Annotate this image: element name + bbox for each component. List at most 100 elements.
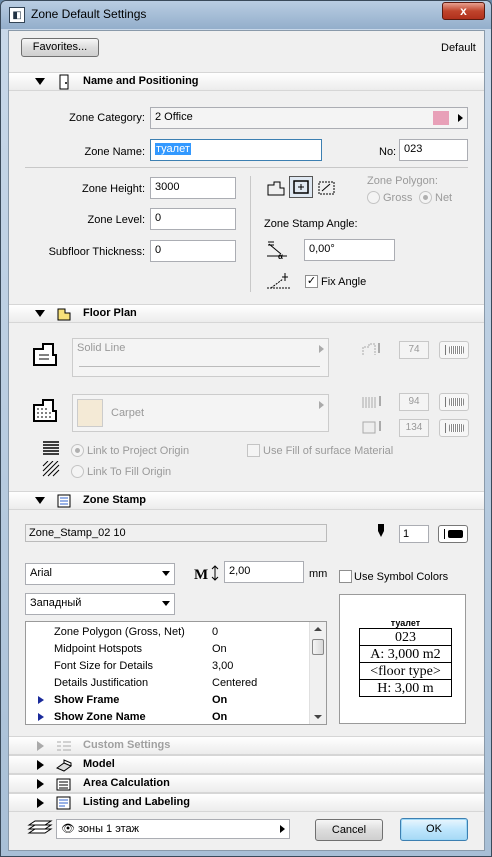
area-calculation-icon	[56, 778, 71, 791]
angle-icon: α	[267, 241, 287, 260]
fix-angle-label: Fix Angle	[321, 276, 367, 288]
chevron-right-icon	[280, 825, 285, 833]
zone-category-label: Zone Category:	[69, 112, 145, 124]
scroll-down-icon[interactable]	[314, 715, 322, 719]
list-scrollbar[interactable]	[309, 622, 326, 724]
rectangle-polygon-button[interactable]	[289, 176, 313, 198]
cancel-button[interactable]: Cancel	[315, 819, 383, 841]
section-floor-plan[interactable]: Floor Plan	[9, 304, 484, 323]
use-symbol-colors-checkbox[interactable]	[339, 570, 352, 583]
section-model[interactable]: Model	[9, 755, 484, 774]
stamp-library-part[interactable]: Zone_Stamp_02 10	[25, 524, 327, 542]
model-icon	[55, 759, 73, 772]
list-item[interactable]: Zone Polygon (Gross, Net) 0	[26, 624, 310, 641]
stamp-pen-color-button[interactable]	[438, 525, 468, 543]
hatch-origin-icon	[43, 441, 59, 455]
parameter-list[interactable]: Zone Polygon (Gross, Net) 0 Midpoint Hots…	[25, 621, 327, 725]
scroll-up-icon[interactable]	[314, 627, 322, 631]
stamp-angle-input[interactable]: 0,00°	[304, 239, 395, 261]
line-pen-field[interactable]: 74	[399, 341, 429, 359]
zone-number-input[interactable]: 023	[399, 139, 468, 161]
net-radio[interactable]	[419, 191, 432, 204]
subfloor-thickness-label: Subfloor Thickness:	[48, 246, 145, 258]
favorites-button[interactable]: Favorites...	[21, 38, 99, 57]
dialog-body: Favorites... Default Name and Positionin…	[8, 30, 485, 851]
section-name-positioning[interactable]: Name and Positioning	[9, 72, 484, 91]
close-button[interactable]: x	[442, 2, 485, 20]
auto-polygon-icon[interactable]	[316, 178, 338, 198]
carpet-swatch	[77, 399, 103, 427]
list-item[interactable]: Show Zone Name On	[26, 709, 310, 724]
divider-vertical	[250, 176, 251, 292]
section-area-calculation[interactable]: Area Calculation	[9, 774, 484, 793]
zone-name-input[interactable]: туалет	[150, 139, 322, 161]
gross-radio[interactable]	[367, 191, 380, 204]
background-pen-icon	[362, 421, 381, 434]
use-symbol-colors-label: Use Symbol Colors	[354, 571, 449, 583]
line-pen-color-button[interactable]	[439, 341, 469, 359]
script-select[interactable]: Западный	[25, 593, 175, 615]
list-item[interactable]: Details Justification Centered	[26, 675, 310, 692]
section-title: Custom Settings	[83, 739, 171, 751]
svg-text:α: α	[278, 252, 283, 260]
manual-polygon-icon[interactable]	[266, 179, 286, 197]
expand-arrow-icon[interactable]	[38, 696, 44, 704]
fill-pen-field[interactable]: 94	[399, 393, 429, 411]
fill-icon	[33, 399, 57, 422]
subfloor-thickness-input[interactable]: 0	[150, 240, 236, 262]
default-label: Default	[441, 42, 476, 54]
app-icon: ◧	[9, 7, 25, 23]
script-value: Западный	[30, 597, 82, 609]
fix-angle-checkbox[interactable]: ✓	[305, 275, 318, 288]
zone-category-select[interactable]: 2 Office	[150, 107, 468, 129]
pen-icon	[362, 343, 380, 355]
preview-zone-area: A: 3,000 m2	[359, 645, 452, 663]
expand-arrow-icon[interactable]	[37, 779, 44, 789]
layer-select[interactable]: 👁 зоны 1 этаж	[56, 819, 290, 839]
line-type-value: Solid Line	[77, 342, 126, 354]
link-project-origin-label: Link to Project Origin	[87, 445, 190, 457]
line-type-select[interactable]: Solid Line	[72, 338, 329, 377]
fill-pen-color-button[interactable]	[439, 393, 469, 411]
scroll-thumb[interactable]	[312, 639, 324, 655]
stamp-pen-field[interactable]: 1	[399, 525, 429, 543]
list-item[interactable]: Show Frame On	[26, 692, 310, 709]
section-zone-stamp[interactable]: Zone Stamp	[9, 491, 484, 510]
fill-origin-icon	[42, 461, 60, 477]
preview-zone-number: 023	[359, 628, 452, 646]
title-bar[interactable]: ◧ Zone Default Settings x	[1, 1, 491, 29]
expand-arrow-icon[interactable]	[37, 798, 44, 808]
collapse-arrow-icon[interactable]	[35, 497, 45, 504]
expand-arrow-icon[interactable]	[38, 713, 44, 721]
zone-height-input[interactable]: 3000	[150, 177, 236, 199]
fill-type-select[interactable]: Carpet	[72, 394, 329, 432]
use-fill-surface-checkbox[interactable]	[247, 444, 260, 457]
background-pen-color-button[interactable]	[439, 419, 469, 437]
font-value: Arial	[30, 567, 53, 579]
section-custom-settings[interactable]: Custom Settings	[9, 736, 484, 755]
font-select[interactable]: Arial	[25, 563, 175, 585]
zone-name-value: туалет	[155, 143, 191, 155]
chevron-right-icon	[319, 345, 324, 353]
list-item[interactable]: Font Size for Details 3,00	[26, 658, 310, 675]
ok-button[interactable]: OK	[400, 818, 468, 841]
section-listing-labeling[interactable]: Listing and Labeling	[9, 793, 484, 812]
text-unit-label: mm	[309, 568, 328, 580]
background-pen-field[interactable]: 134	[399, 419, 429, 437]
collapse-arrow-icon[interactable]	[35, 310, 45, 317]
pen-icon	[378, 524, 384, 537]
expand-arrow-icon[interactable]	[37, 760, 44, 770]
list-item[interactable]: Midpoint Hotspots On	[26, 641, 310, 658]
zone-category-value: 2 Office	[155, 111, 193, 123]
link-project-origin-radio[interactable]	[71, 444, 84, 457]
floor-plan-icon	[57, 308, 71, 321]
link-fill-origin-radio[interactable]	[71, 465, 84, 478]
fix-angle-icon	[267, 273, 291, 289]
custom-settings-icon	[57, 741, 71, 751]
text-size-input[interactable]: 2,00	[224, 561, 304, 583]
zone-name-label: Zone Name:	[84, 146, 145, 158]
collapse-arrow-icon[interactable]	[35, 78, 45, 85]
expand-arrow-icon[interactable]	[37, 741, 44, 751]
zone-level-input[interactable]: 0	[150, 208, 236, 230]
zone-level-label: Zone Level:	[87, 214, 145, 226]
